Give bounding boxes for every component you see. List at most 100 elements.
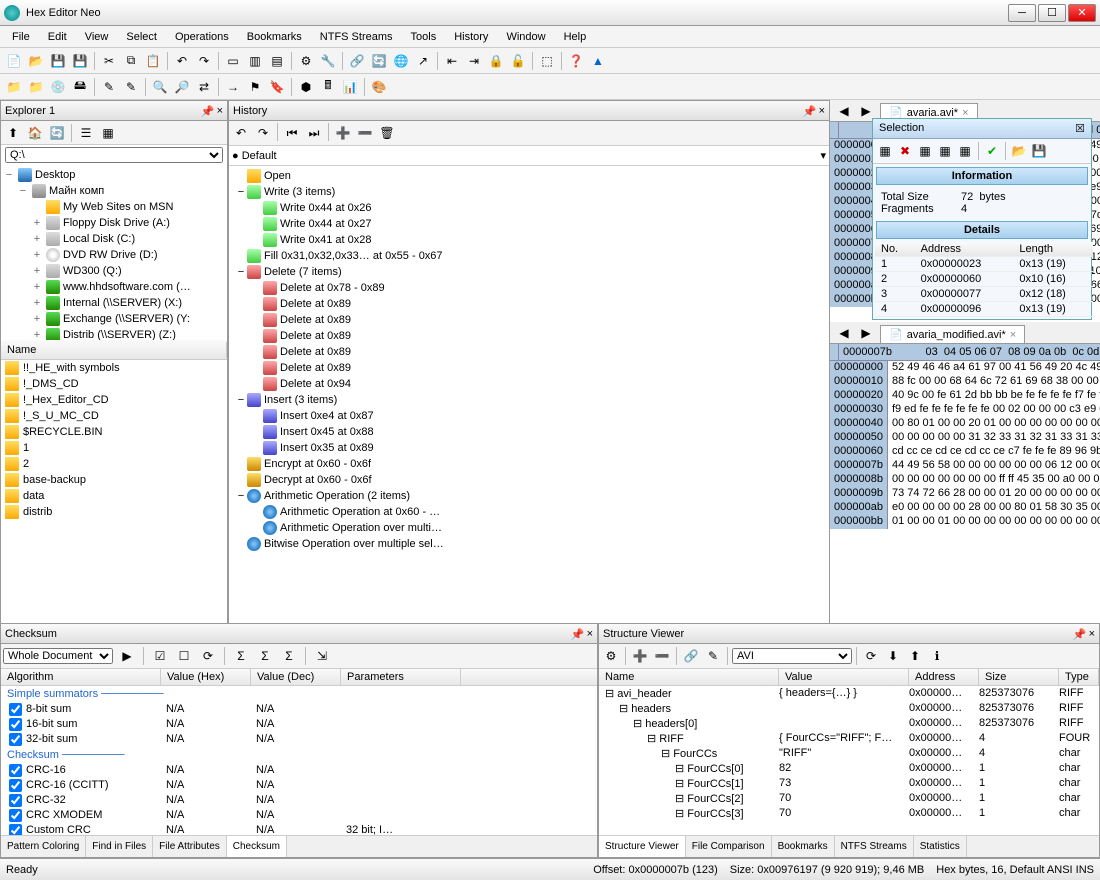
- list-item[interactable]: !_Hex_Editor_CD: [1, 392, 227, 408]
- history-item[interactable]: Arithmetic Operation over multi…: [231, 520, 827, 536]
- struct-row[interactable]: ⊟ FourCCs[0]820x00000…1char: [599, 761, 1099, 776]
- checksum-row[interactable]: CRC-16N/AN/A: [1, 763, 597, 778]
- checksum-row[interactable]: 32-bit sumN/AN/A: [1, 732, 597, 747]
- tab-prev-icon[interactable]: ◀: [834, 323, 854, 343]
- folder-tree[interactable]: −Desktop−Майн компMy Web Sites on MSN+Fl…: [1, 165, 227, 340]
- history-item[interactable]: Insert 0x35 at 0x89: [231, 440, 827, 456]
- menu-view[interactable]: View: [77, 29, 117, 45]
- list-item[interactable]: 1: [1, 440, 227, 456]
- bin-icon[interactable]: ⬢: [296, 77, 316, 97]
- replace-icon[interactable]: ⇄: [194, 77, 214, 97]
- tree-item[interactable]: +WD300 (Q:): [3, 263, 225, 279]
- scheme-select[interactable]: AVI: [732, 648, 852, 664]
- struct-icon[interactable]: ⟳: [861, 646, 881, 666]
- menu-select[interactable]: Select: [118, 29, 165, 45]
- history-item[interactable]: Encrypt at 0x60 - 0x6f: [231, 456, 827, 472]
- struct-row[interactable]: ⊟ FourCCs[3]700x00000…1char: [599, 806, 1099, 821]
- cut-icon[interactable]: ✂: [99, 51, 119, 71]
- dropdown-icon[interactable]: ▾: [820, 149, 826, 162]
- panel-close-icon[interactable]: ×: [587, 628, 593, 640]
- sel-tool-icon[interactable]: ✔: [983, 142, 1001, 160]
- find-next-icon[interactable]: 🔎: [172, 77, 192, 97]
- struct-icon[interactable]: ⬇: [883, 646, 903, 666]
- list-item[interactable]: !_S_U_MC_CD: [1, 408, 227, 424]
- history-item[interactable]: Open: [231, 168, 827, 184]
- tool-icon[interactable]: ⚙: [296, 51, 316, 71]
- checksum-row[interactable]: CRC-16 (CCITT)N/AN/A: [1, 778, 597, 793]
- tab[interactable]: NTFS Streams: [835, 836, 914, 857]
- tree-item[interactable]: +DVD RW Drive (D:): [3, 247, 225, 263]
- sel-tool-icon[interactable]: ▦: [916, 142, 934, 160]
- scope-select[interactable]: Whole Document: [3, 648, 113, 664]
- history-item[interactable]: Fill 0x31,0x32,0x33… at 0x55 - 0x67: [231, 248, 827, 264]
- drive-select[interactable]: Q:\: [5, 147, 223, 163]
- sel-tool-icon[interactable]: ▦: [936, 142, 954, 160]
- history-item[interactable]: Decrypt at 0x60 - 0x6f: [231, 472, 827, 488]
- sel-tool-icon[interactable]: 💾: [1030, 142, 1048, 160]
- tab-prev-icon[interactable]: ◀: [834, 101, 854, 121]
- tab[interactable]: File Comparison: [686, 836, 772, 857]
- panel-close-icon[interactable]: ×: [1089, 628, 1095, 640]
- new-icon[interactable]: 📄: [4, 51, 24, 71]
- list-item[interactable]: data: [1, 488, 227, 504]
- checksum-row[interactable]: CRC-32N/AN/A: [1, 793, 597, 808]
- mark-icon[interactable]: ⚑: [245, 77, 265, 97]
- checksum-row[interactable]: 8-bit sumN/AN/A: [1, 702, 597, 717]
- struct-icon[interactable]: ➖: [652, 646, 672, 666]
- history-item[interactable]: −Write (3 items): [231, 184, 827, 200]
- tree-item[interactable]: +Local Disk (C:): [3, 231, 225, 247]
- bookmark-icon[interactable]: 🔖: [267, 77, 287, 97]
- hist-tool-icon[interactable]: 🗑: [377, 123, 397, 143]
- history-item[interactable]: Bitwise Operation over multiple sel…: [231, 536, 827, 552]
- struct-icon[interactable]: ⚙: [601, 646, 621, 666]
- tab[interactable]: Find in Files: [86, 836, 153, 857]
- history-item[interactable]: Arithmetic Operation at 0x60 - …: [231, 504, 827, 520]
- sigma-icon[interactable]: Σ: [279, 646, 299, 666]
- history-item[interactable]: −Delete (7 items): [231, 264, 827, 280]
- tab[interactable]: Bookmarks: [772, 836, 835, 857]
- tree-item[interactable]: +Internal (\\SERVER) (X:): [3, 295, 225, 311]
- list-item[interactable]: !_DMS_CD: [1, 376, 227, 392]
- name-header[interactable]: Name: [1, 342, 227, 358]
- split-v-icon[interactable]: ▤: [267, 51, 287, 71]
- hex-icon[interactable]: ⬚: [537, 51, 557, 71]
- hist-tool-icon[interactable]: ➕: [333, 123, 353, 143]
- struct-icon[interactable]: 🔗: [681, 646, 701, 666]
- pin-icon[interactable]: 📌: [1073, 628, 1085, 640]
- prev-icon[interactable]: ⇤: [442, 51, 462, 71]
- menu-bookmarks[interactable]: Bookmarks: [239, 29, 310, 45]
- save-all-icon[interactable]: 💾: [70, 51, 90, 71]
- pin-icon[interactable]: 📌: [201, 105, 213, 117]
- history-item[interactable]: Delete at 0x89: [231, 344, 827, 360]
- history-item[interactable]: Delete at 0x89: [231, 296, 827, 312]
- sel-tool-icon[interactable]: 📂: [1010, 142, 1028, 160]
- menu-history[interactable]: History: [446, 29, 496, 45]
- copy-icon[interactable]: ⧉: [121, 51, 141, 71]
- menu-tools[interactable]: Tools: [403, 29, 445, 45]
- maximize-button[interactable]: ☐: [1038, 4, 1066, 22]
- tab[interactable]: Checksum: [227, 836, 287, 857]
- edit-icon[interactable]: ✎: [99, 77, 119, 97]
- link-icon[interactable]: 🔗: [347, 51, 367, 71]
- window-icon[interactable]: ▭: [223, 51, 243, 71]
- history-item[interactable]: Write 0x44 at 0x27: [231, 216, 827, 232]
- hist-tool-icon[interactable]: ⏮: [282, 123, 302, 143]
- folder2-icon[interactable]: 📁: [26, 77, 46, 97]
- color-icon[interactable]: 🎨: [369, 77, 389, 97]
- disk2-icon[interactable]: 🖴: [70, 77, 90, 97]
- panel-close-icon[interactable]: ×: [819, 105, 825, 117]
- history-item[interactable]: Insert 0x45 at 0x88: [231, 424, 827, 440]
- struct-icon[interactable]: ℹ: [927, 646, 947, 666]
- tree-item[interactable]: +Exchange (\\SERVER) (Y:: [3, 311, 225, 327]
- save-icon[interactable]: 💾: [48, 51, 68, 71]
- lock-icon[interactable]: 🔒: [486, 51, 506, 71]
- chk-icon[interactable]: ⟳: [198, 646, 218, 666]
- hist-tool-icon[interactable]: ↷: [253, 123, 273, 143]
- tab-close-icon[interactable]: ×: [962, 107, 968, 119]
- sel-tool-icon[interactable]: ▦: [876, 142, 894, 160]
- history-item[interactable]: Delete at 0x89: [231, 312, 827, 328]
- list-item[interactable]: !!_HE_with symbols: [1, 360, 227, 376]
- selection-window[interactable]: Selection ☒ ▦ ✖ ▦ ▦ ▦ ✔ 📂 💾 Information …: [872, 118, 1092, 320]
- next-icon[interactable]: ⇥: [464, 51, 484, 71]
- pin-icon[interactable]: 📌: [803, 105, 815, 117]
